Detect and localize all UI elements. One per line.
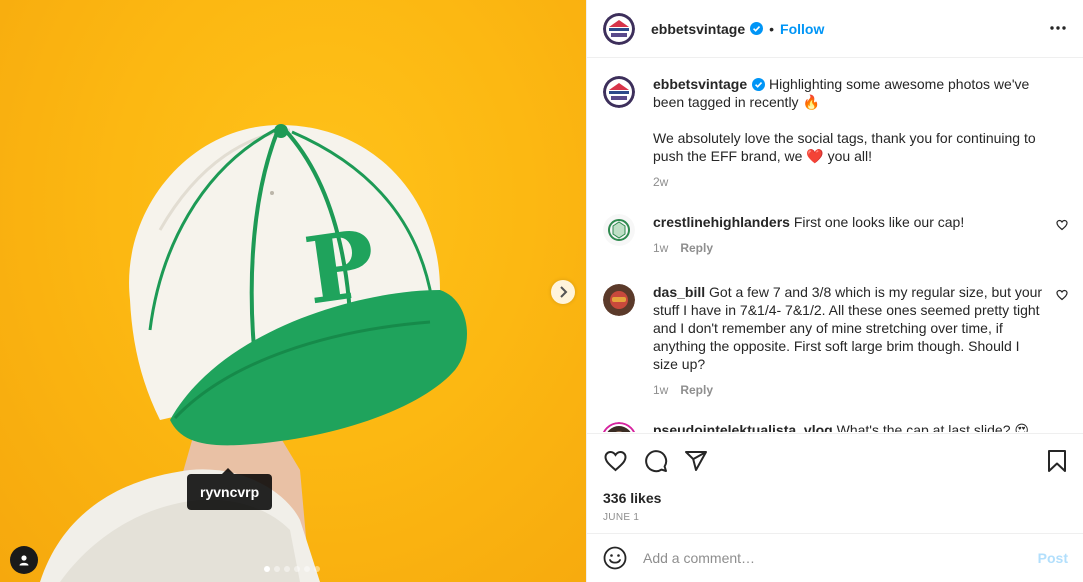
highlanders-logo-icon [603,214,635,246]
carousel-dot [264,566,270,572]
verified-badge-icon [750,22,764,35]
like-icon[interactable] [603,449,628,473]
carousel-dot [284,566,290,572]
post-comment-button[interactable]: Post [1038,550,1068,566]
comment-item: crestlinehighlanders First one looks lik… [603,213,1068,257]
post-dialog: P ryvncvrp ebbetsvintage • Follow ebbets… [0,0,1083,582]
caption-text-2: We absolutely love the social tags, than… [653,130,1036,164]
verified-badge-icon [752,78,766,91]
cap-photo: P [40,124,467,582]
carousel-dot [314,566,320,572]
comment-username[interactable]: pseudointelektualista_vlog [653,422,833,432]
share-icon[interactable] [684,449,708,473]
likes-count[interactable]: 336 likes [603,490,1068,506]
emoji-icon[interactable] [603,546,627,570]
header-separator: • [769,20,775,37]
post-actions: 336 likes JUNE 1 [587,433,1083,523]
user-icon [19,555,29,566]
carousel-dot [274,566,280,572]
reply-button[interactable]: Reply [680,381,713,399]
add-comment-bar: Post [587,533,1083,582]
comment-text: Got a few 7 and 3/8 which is my regular … [653,284,1043,372]
post-media[interactable]: P ryvncvrp [0,0,586,582]
post-header: ebbetsvintage • Follow [587,0,1083,58]
next-slide-button[interactable] [551,280,575,304]
tag-username: ryvncvrp [200,484,260,500]
carousel-dot [294,566,300,572]
caption-username[interactable]: ebbetsvintage [653,76,747,92]
comment-item: das_bill Got a few 7 and 3/8 which is my… [603,283,1068,399]
avatar[interactable] [603,12,635,45]
ebbets-logo-icon [603,76,635,108]
comment-text: First one looks like our cap! [793,214,965,230]
comment-item: pseudointelektualista_vlog What's the ca… [601,421,1068,432]
action-bar [603,434,1068,487]
post-details-panel: ebbetsvintage • Follow ebbetsvintage Hig… [586,0,1083,582]
chevron-right-icon [560,286,568,298]
ebbets-logo-icon [603,12,635,45]
comment-time[interactable]: 1w [653,381,668,399]
comment-text: What's the cap at last slide? 😍 [836,422,1029,432]
comment-icon[interactable] [644,449,668,473]
post-author-username[interactable]: ebbetsvintage [651,21,745,37]
avatar[interactable] [603,214,635,246]
comment-input[interactable] [643,550,1038,566]
caption: ebbetsvintage Highlighting some awesome … [603,75,1068,191]
reply-button[interactable]: Reply [680,239,713,257]
carousel-indicator [264,566,320,572]
story-ring-avatar-icon [602,422,636,432]
user-tags-button[interactable] [10,546,38,574]
avatar[interactable] [603,76,635,108]
user-photo-icon [603,284,635,316]
comment-username[interactable]: das_bill [653,284,705,300]
carousel-dot [304,566,310,572]
comment-username[interactable]: crestlinehighlanders [653,214,790,230]
caption-time[interactable]: 2w [653,173,668,191]
like-comment-icon[interactable] [1056,289,1068,301]
avatar[interactable] [603,284,635,316]
avatar[interactable] [601,422,637,432]
more-options-icon[interactable] [1049,20,1067,36]
comments-list[interactable]: ebbetsvintage Highlighting some awesome … [587,59,1083,432]
post-date[interactable]: JUNE 1 [603,512,1068,523]
like-comment-icon[interactable] [1056,219,1068,231]
comment-time[interactable]: 1w [653,239,668,257]
save-icon[interactable] [1046,449,1068,473]
user-tag-tooltip[interactable]: ryvncvrp [187,468,273,510]
follow-button[interactable]: Follow [780,21,824,37]
